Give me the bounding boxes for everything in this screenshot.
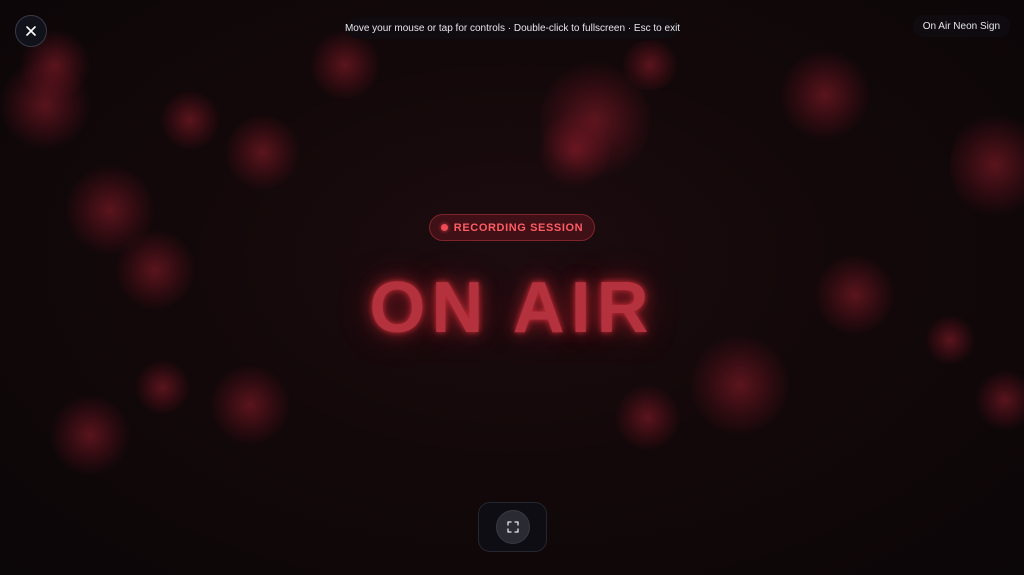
controls-hint: Move your mouse or tap for controls · Do…: [344, 17, 681, 39]
close-icon: [26, 26, 36, 36]
fullscreen-button[interactable]: [495, 510, 530, 544]
on-air-neon-text: ON AIR: [369, 268, 655, 348]
recording-session-badge: RECORDING SESSION: [429, 214, 595, 241]
recording-session-label: RECORDING SESSION: [453, 221, 584, 234]
recording-dot-icon: [440, 224, 448, 231]
control-bar: [478, 502, 547, 552]
neon-sign-stage[interactable]: Move your mouse or tap for controls · Do…: [0, 0, 1024, 575]
sign-title: On Air Neon Sign: [922, 20, 1000, 32]
controls-hint-text: Move your mouse or tap for controls · Do…: [344, 22, 681, 34]
close-button[interactable]: [15, 15, 47, 47]
fullscreen-icon: [506, 521, 519, 533]
sign-title-badge: On Air Neon Sign: [912, 15, 1010, 37]
